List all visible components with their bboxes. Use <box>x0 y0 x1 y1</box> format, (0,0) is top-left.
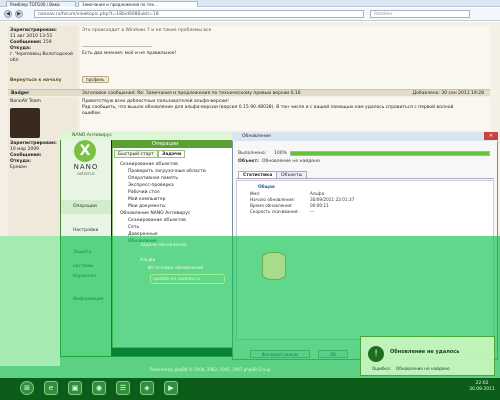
notification-error-label: Ошибка: <box>372 366 391 371</box>
post-body-2: Приветствую всех доблестных пользователе… <box>80 97 490 131</box>
tree-item[interactable]: Рабочий стол <box>128 190 160 196</box>
post-author: Badger <box>11 91 30 96</box>
back-to-top-link[interactable]: Вернуться к началу <box>10 78 61 83</box>
browser-tab-2[interactable]: Замечания и предложения по тех... <box>78 1 198 7</box>
from-value: г. Череповец Вологодской обл. <box>10 52 73 63</box>
update-source-url[interactable]: update-nn.nanoav.ru <box>150 274 225 284</box>
forward-button[interactable]: ▶ <box>15 10 23 18</box>
post-subject: Заголовок сообщения: Re: Замечания и пре… <box>82 91 301 96</box>
stat-value: — <box>310 209 315 214</box>
stat-key: Начало обновления: <box>250 197 295 202</box>
posts-label: Сообщения: <box>10 40 42 45</box>
user-rank: NanoAV Team <box>10 99 41 104</box>
stat-value: Альфа <box>310 191 325 196</box>
stat-key: Скорость скачивания: <box>250 209 299 214</box>
nano-brand-name: NANO <box>73 163 99 171</box>
tree-item[interactable]: Сканирование объектов <box>128 218 186 224</box>
tree-item[interactable]: Оперативная память <box>128 176 178 182</box>
stat-key: Имя: <box>250 191 261 196</box>
post-text-1: Это происходит в Windows 7 и не такие пр… <box>82 28 212 33</box>
done-label: Выполнено: <box>238 151 267 156</box>
database-icon <box>262 252 286 280</box>
green-overlay-light <box>0 236 60 366</box>
taskbar-explorer-icon[interactable]: ▣ <box>68 381 82 395</box>
overlay-tree-item[interactable]: Задачи обновления <box>140 243 187 249</box>
signature: Есть два мнения: моё и не правильное! <box>82 51 177 56</box>
tab-statistics[interactable]: Статистика <box>238 171 278 179</box>
update-window-title: Обновление <box>232 132 498 141</box>
notification-title: Обновление не удалось <box>390 349 460 355</box>
taskbar-media-icon[interactable]: ▶ <box>164 381 178 395</box>
posts-count: 159 <box>43 40 52 45</box>
profile-button-label[interactable]: профиль <box>82 76 109 83</box>
start-button-icon[interactable]: ⊞ <box>20 381 34 395</box>
tree-item[interactable]: Обновление NANO Антивирус <box>120 211 190 217</box>
stat-key: Время обновления: <box>250 203 293 208</box>
clock-date: 30.09.2011 <box>469 387 495 392</box>
taskbar-clock[interactable]: 22:02 30.09.2011 <box>466 381 498 393</box>
stat-value: 00:00:11 <box>310 203 329 208</box>
profile-button[interactable]: профиль <box>82 76 109 83</box>
post-body-1: Это происходит в Windows 7 и не такие пр… <box>80 26 490 92</box>
post-line-2: Рад сообщить, что вышло обновление для а… <box>82 105 454 110</box>
search-input[interactable]: Rambler <box>370 10 470 18</box>
browser-tab-1[interactable]: Рамблер ТОП100 / Вики <box>6 1 76 7</box>
avatar <box>10 108 40 138</box>
close-icon[interactable]: ✕ <box>484 132 498 140</box>
taskbar-browser-icon[interactable]: e <box>44 381 58 395</box>
notification-error-text: Обновление не найдено <box>396 366 450 371</box>
tab-tasks[interactable]: Задачи <box>158 150 186 158</box>
taskbar-app-icon[interactable]: ◈ <box>140 381 154 395</box>
stat-value: 30/09/2011 22:01:37 <box>310 197 355 202</box>
tree-item[interactable]: Мои документы <box>128 204 166 210</box>
taskbar-nano-icon[interactable]: ◉ <box>92 381 106 395</box>
overlay-tree-item[interactable]: Альфа <box>140 258 155 264</box>
post-added: Добавлено: 30 сен 2011 19:28 <box>412 91 484 96</box>
tab-quick-start[interactable]: Быстрый старт <box>114 150 158 158</box>
tree-item[interactable]: Экспресс-проверка <box>128 183 174 189</box>
tree-item[interactable]: Сеть <box>128 225 139 231</box>
section-general: Общая <box>258 184 275 189</box>
progress-fill <box>291 152 489 155</box>
forum-footer: Powered by phpBB © 2000, 2002, 2005, 200… <box>150 367 271 372</box>
warning-icon: ! <box>368 346 384 362</box>
sidebar-item-operations[interactable]: Операции <box>61 200 111 214</box>
tab-objects[interactable]: Объекты <box>276 171 308 179</box>
post-header-bar: Badger Заголовок сообщения: Re: Замечани… <box>8 89 490 96</box>
tree-item[interactable]: Проверить загрузочные области <box>128 169 206 175</box>
object-label: Объект: <box>238 159 259 164</box>
url-input[interactable]: nanoav.ru/forum/viewtopic.php?t=18bid608… <box>34 10 364 18</box>
nano-logo-icon: X <box>74 140 96 162</box>
tree-item[interactable]: Сканирование объектов <box>120 162 178 168</box>
tree-item[interactable]: Мой компьютер <box>128 197 166 203</box>
nano-brand-sub: antivirus <box>77 171 95 176</box>
post-line-3: ошибок. <box>82 111 102 116</box>
overlay-tree-item[interactable]: Источники обновлений <box>148 266 203 272</box>
done-value: 100% <box>274 151 287 156</box>
operations-title: Операции <box>112 140 234 148</box>
taskbar-app-icon[interactable]: ☰ <box>116 381 130 395</box>
back-button[interactable]: ◀ <box>4 10 12 18</box>
object-value: Обновление не найдено <box>262 159 320 164</box>
